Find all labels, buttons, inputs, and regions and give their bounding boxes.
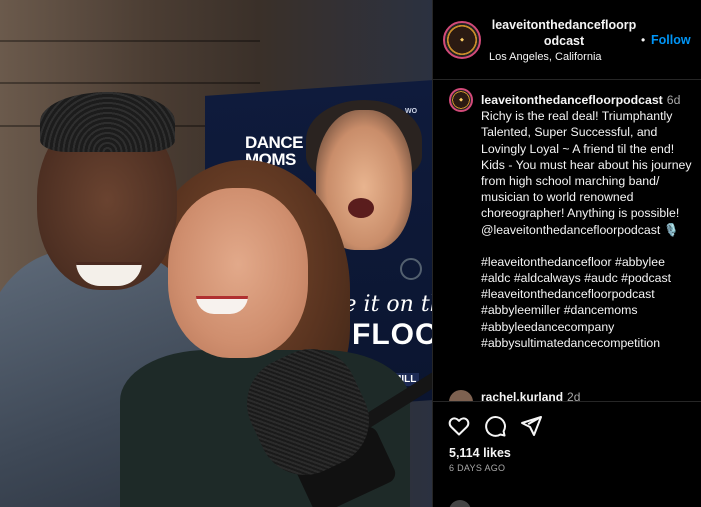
avatar-logo-icon: ◆	[459, 97, 463, 103]
post-date[interactable]: 6 DAYS AGO	[449, 463, 505, 473]
author-username-line2[interactable]: odcast	[489, 33, 639, 49]
avatar-logo-icon: ◆	[460, 37, 464, 43]
caption-time[interactable]: 6d	[667, 93, 681, 107]
follow-separator: •	[641, 33, 646, 47]
author-avatar[interactable]: ◆	[443, 21, 481, 59]
poster-circle	[400, 258, 422, 280]
wall-plank	[0, 40, 260, 42]
caption-text: Richy is the real deal! Triumphantly Tal…	[481, 109, 692, 237]
comment-icon[interactable]	[483, 414, 507, 438]
likes-count[interactable]: 5,114 likes	[449, 446, 511, 460]
author-username[interactable]: leaveitonthedancefloorp odcast	[489, 17, 639, 49]
poster-floor-text: FLOO	[352, 318, 432, 351]
author-username-line1[interactable]: leaveitonthedancefloorp	[489, 17, 639, 33]
post-caption: leaveitonthedancefloorpodcast 6d Richy is…	[481, 92, 696, 351]
share-icon[interactable]	[519, 414, 543, 438]
caption-username[interactable]: leaveitonthedancefloorpodcast	[481, 93, 663, 107]
follow-button[interactable]: Follow	[651, 33, 691, 47]
post-photo[interactable]: WO DANCE MOMS ave it on the FLOO MILL	[0, 0, 432, 507]
heart-icon[interactable]	[447, 414, 471, 438]
post-side-panel: ◆ leaveitonthedancefloorp odcast • Follo…	[432, 0, 701, 507]
woman-face	[168, 188, 308, 358]
poster-mouth	[348, 198, 374, 218]
man-hair	[40, 92, 175, 152]
caption-avatar[interactable]: ◆	[449, 88, 473, 112]
post-location[interactable]: Los Angeles, California	[489, 51, 602, 63]
wall-plank	[0, 82, 260, 84]
action-bar: 5,114 likes 6 DAYS AGO	[433, 401, 701, 507]
viewer-avatar	[449, 500, 471, 507]
caption-hashtags[interactable]: #leaveitonthedancefloor #abbylee #aldc #…	[481, 254, 696, 351]
post-header: ◆ leaveitonthedancefloorp odcast • Follo…	[433, 0, 701, 80]
